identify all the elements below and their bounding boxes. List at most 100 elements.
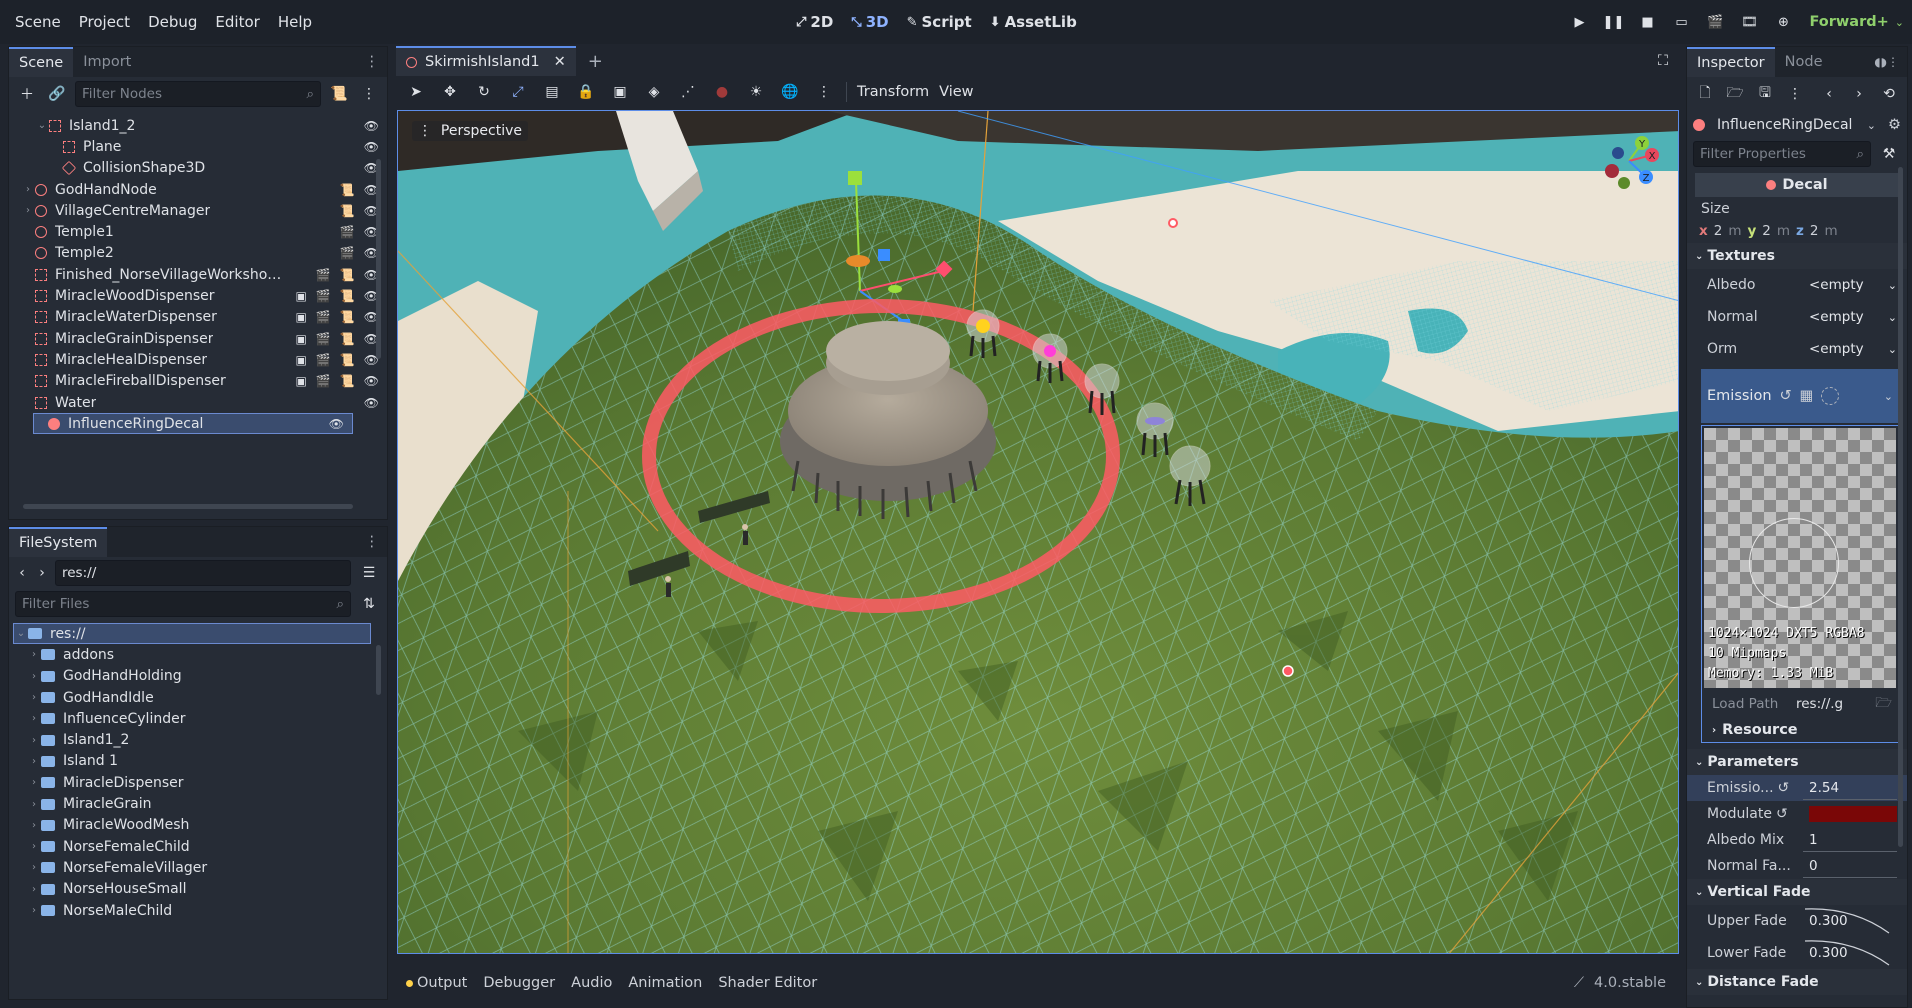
scene-tree-item[interactable]: Water 👁 — [9, 392, 387, 413]
script-icon[interactable]: 📜 — [340, 183, 355, 197]
property-tools-icon[interactable]: ⚒ — [1877, 142, 1901, 166]
tab-audio[interactable]: Audio — [571, 975, 612, 991]
menu-scene[interactable]: Scene — [6, 13, 70, 31]
scene-tree-item[interactable]: CollisionShape3D 👁 — [9, 158, 387, 179]
dock-menu-icon[interactable]: ⋮ — [357, 54, 388, 70]
texture-property[interactable]: Albedo <empty ⌄ — [1687, 269, 1907, 301]
tab-import[interactable]: Import — [73, 47, 141, 77]
tab-debugger[interactable]: Debugger — [483, 975, 555, 991]
back-icon[interactable]: ‹ — [15, 561, 29, 585]
visible-icon[interactable]: 👁 — [329, 417, 344, 431]
group-icon[interactable]: ▣ — [296, 310, 307, 324]
remote-debug-icon[interactable]: ▭ — [1667, 8, 1695, 36]
pin-icon[interactable]: ⟋ — [1574, 975, 1584, 991]
select-tool-icon[interactable]: ➤ — [404, 80, 428, 104]
numeric-field[interactable]: 2.54 — [1803, 776, 1897, 800]
scene-tree-scrollbar[interactable] — [376, 159, 381, 359]
renderer-selector[interactable]: Forward+ — [1809, 14, 1888, 30]
tab-inspector[interactable]: Inspector — [1687, 47, 1775, 77]
emission-property[interactable]: Emission ↺ ▦ ⌄ — [1701, 369, 1899, 423]
tab-node[interactable]: Node — [1775, 47, 1833, 77]
scene-tree-item[interactable]: Plane 👁 — [9, 136, 387, 157]
scene-tree-item[interactable]: MiracleWaterDispenser ▣ 🎬 📜 👁 — [9, 307, 387, 328]
menu-editor[interactable]: Editor — [206, 13, 268, 31]
script-icon[interactable]: 📜 — [340, 310, 355, 324]
chevron-down-icon[interactable]: ⌄ — [1884, 390, 1899, 403]
distance-fade-section[interactable]: ⌄ Distance Fade — [1687, 969, 1907, 995]
list-item[interactable]: › MiracleDispenser — [13, 772, 383, 793]
camera-preview-icon[interactable]: ● — [710, 80, 734, 104]
modulate-color-picker[interactable] — [1803, 802, 1907, 826]
list-item[interactable]: › Island1_2 — [13, 729, 383, 750]
chevron-right-icon[interactable]: › — [27, 799, 41, 810]
add-node-icon[interactable]: ＋ — [15, 82, 39, 106]
sun-icon[interactable]: ☀ — [744, 80, 768, 104]
scene-tree-item[interactable]: Temple2 🎬 👁 — [9, 243, 387, 264]
chevron-down-icon[interactable]: ⌄ — [1895, 16, 1904, 29]
environment-icon[interactable]: 🌐 — [778, 80, 802, 104]
scene-tree-item[interactable]: › GodHandNode 📜 👁 — [9, 179, 387, 200]
distraction-free-icon[interactable]: ⛶ — [1658, 53, 1680, 69]
resource-menu-icon[interactable]: ⋮ — [1783, 82, 1807, 106]
numeric-field[interactable]: 1 — [1803, 828, 1897, 852]
scene-icon[interactable]: 🎬 — [316, 289, 331, 303]
chevron-right-icon[interactable]: › — [27, 777, 41, 788]
chevron-right-icon[interactable]: › — [27, 735, 41, 746]
script-icon[interactable]: 📜 — [340, 289, 355, 303]
group-icon[interactable]: ▣ — [296, 332, 307, 346]
list-item[interactable]: › GodHandHolding — [13, 666, 383, 687]
size-z-field[interactable]: z2m — [1796, 223, 1838, 239]
group-icon[interactable]: ▣ — [608, 80, 632, 104]
list-item[interactable]: › MiracleWoodMesh — [13, 815, 383, 836]
script-icon[interactable]: 📜 — [340, 332, 355, 346]
revert-icon[interactable]: ↺ — [1776, 806, 1788, 822]
curve-field[interactable]: 0.300 — [1803, 940, 1907, 966]
chevron-right-icon[interactable]: › — [27, 671, 41, 682]
resource-section[interactable]: › Resource — [1702, 718, 1898, 742]
list-item[interactable]: › Island 1 — [13, 751, 383, 772]
filter-properties-input[interactable]: Filter Properties ⌕ — [1693, 141, 1871, 167]
scene-tree-item[interactable]: MiracleHealDispenser ▣ 🎬 📜 👁 — [9, 349, 387, 370]
parameter-property[interactable]: Emissio... ↺ 2.54 — [1687, 775, 1907, 801]
scene-tree-item[interactable]: MiracleWoodDispenser ▣ 🎬 📜 👁 — [9, 285, 387, 306]
add-scene-tab-icon[interactable]: + — [576, 51, 615, 72]
tab-scene-file[interactable]: SkirmishIsland1 ✕ — [396, 46, 576, 76]
play-custom-scene-icon[interactable]: 🎞 — [1735, 8, 1763, 36]
save-resource-icon[interactable]: 🖫 — [1753, 82, 1777, 106]
chevron-right-icon[interactable]: › — [27, 862, 41, 873]
inspector-scrollbar[interactable] — [1898, 167, 1903, 847]
attach-script-icon[interactable]: 📜 — [327, 82, 351, 106]
tab-shader-editor[interactable]: Shader Editor — [718, 975, 817, 991]
chevron-down-icon[interactable]: ⌄ — [35, 120, 49, 131]
play-scene-icon[interactable]: 🎬 — [1701, 8, 1729, 36]
scene-icon[interactable]: 🎬 — [316, 332, 331, 346]
movie-maker-icon[interactable]: ⊕ — [1769, 8, 1797, 36]
3d-viewport[interactable]: ⋮ Perspective Y X Z — [397, 110, 1679, 954]
view-menu[interactable]: View — [939, 84, 973, 100]
scene-icon[interactable]: 🎬 — [340, 246, 355, 260]
tab-animation[interactable]: Animation — [628, 975, 702, 991]
rotate-tool-icon[interactable]: ↻ — [472, 80, 496, 104]
list-item[interactable]: › MiracleGrain — [13, 793, 383, 814]
tab-output[interactable]: Output — [406, 975, 467, 991]
group-icon[interactable]: ▣ — [296, 374, 307, 388]
chevron-right-icon[interactable]: › — [27, 649, 41, 660]
visible-icon[interactable]: 👁 — [364, 396, 379, 410]
resource-picker[interactable]: <empty ⌄ — [1803, 305, 1907, 329]
group-icon[interactable]: ▣ — [296, 289, 307, 303]
scene-tree-item[interactable]: Temple1 🎬 👁 — [9, 221, 387, 242]
workspace-assetlib[interactable]: ⬇ AssetLib — [990, 13, 1077, 31]
script-icon[interactable]: 📜 — [340, 353, 355, 367]
chevron-down-icon[interactable]: ⌄ — [1867, 119, 1876, 132]
chevron-right-icon[interactable]: › — [27, 820, 41, 831]
scene-tree-item[interactable]: Finished_NorseVillageWorkshopS... 🎬 📜 👁 — [9, 264, 387, 285]
chevron-right-icon[interactable]: › — [27, 841, 41, 852]
revert-icon[interactable]: ↺ — [1778, 780, 1790, 796]
dock-menu-icon[interactable]: ◖◗⋮ — [1866, 55, 1907, 69]
forward-icon[interactable]: › — [35, 561, 49, 585]
scene-tree-item[interactable]: MiracleFireballDispenser ▣ 🎬 📜 👁 — [9, 371, 387, 392]
scene-tree-hscrollbar[interactable] — [23, 504, 353, 509]
numeric-field[interactable]: 0 — [1803, 854, 1897, 878]
script-icon[interactable]: 📜 — [340, 204, 355, 218]
menu-project[interactable]: Project — [70, 13, 139, 31]
